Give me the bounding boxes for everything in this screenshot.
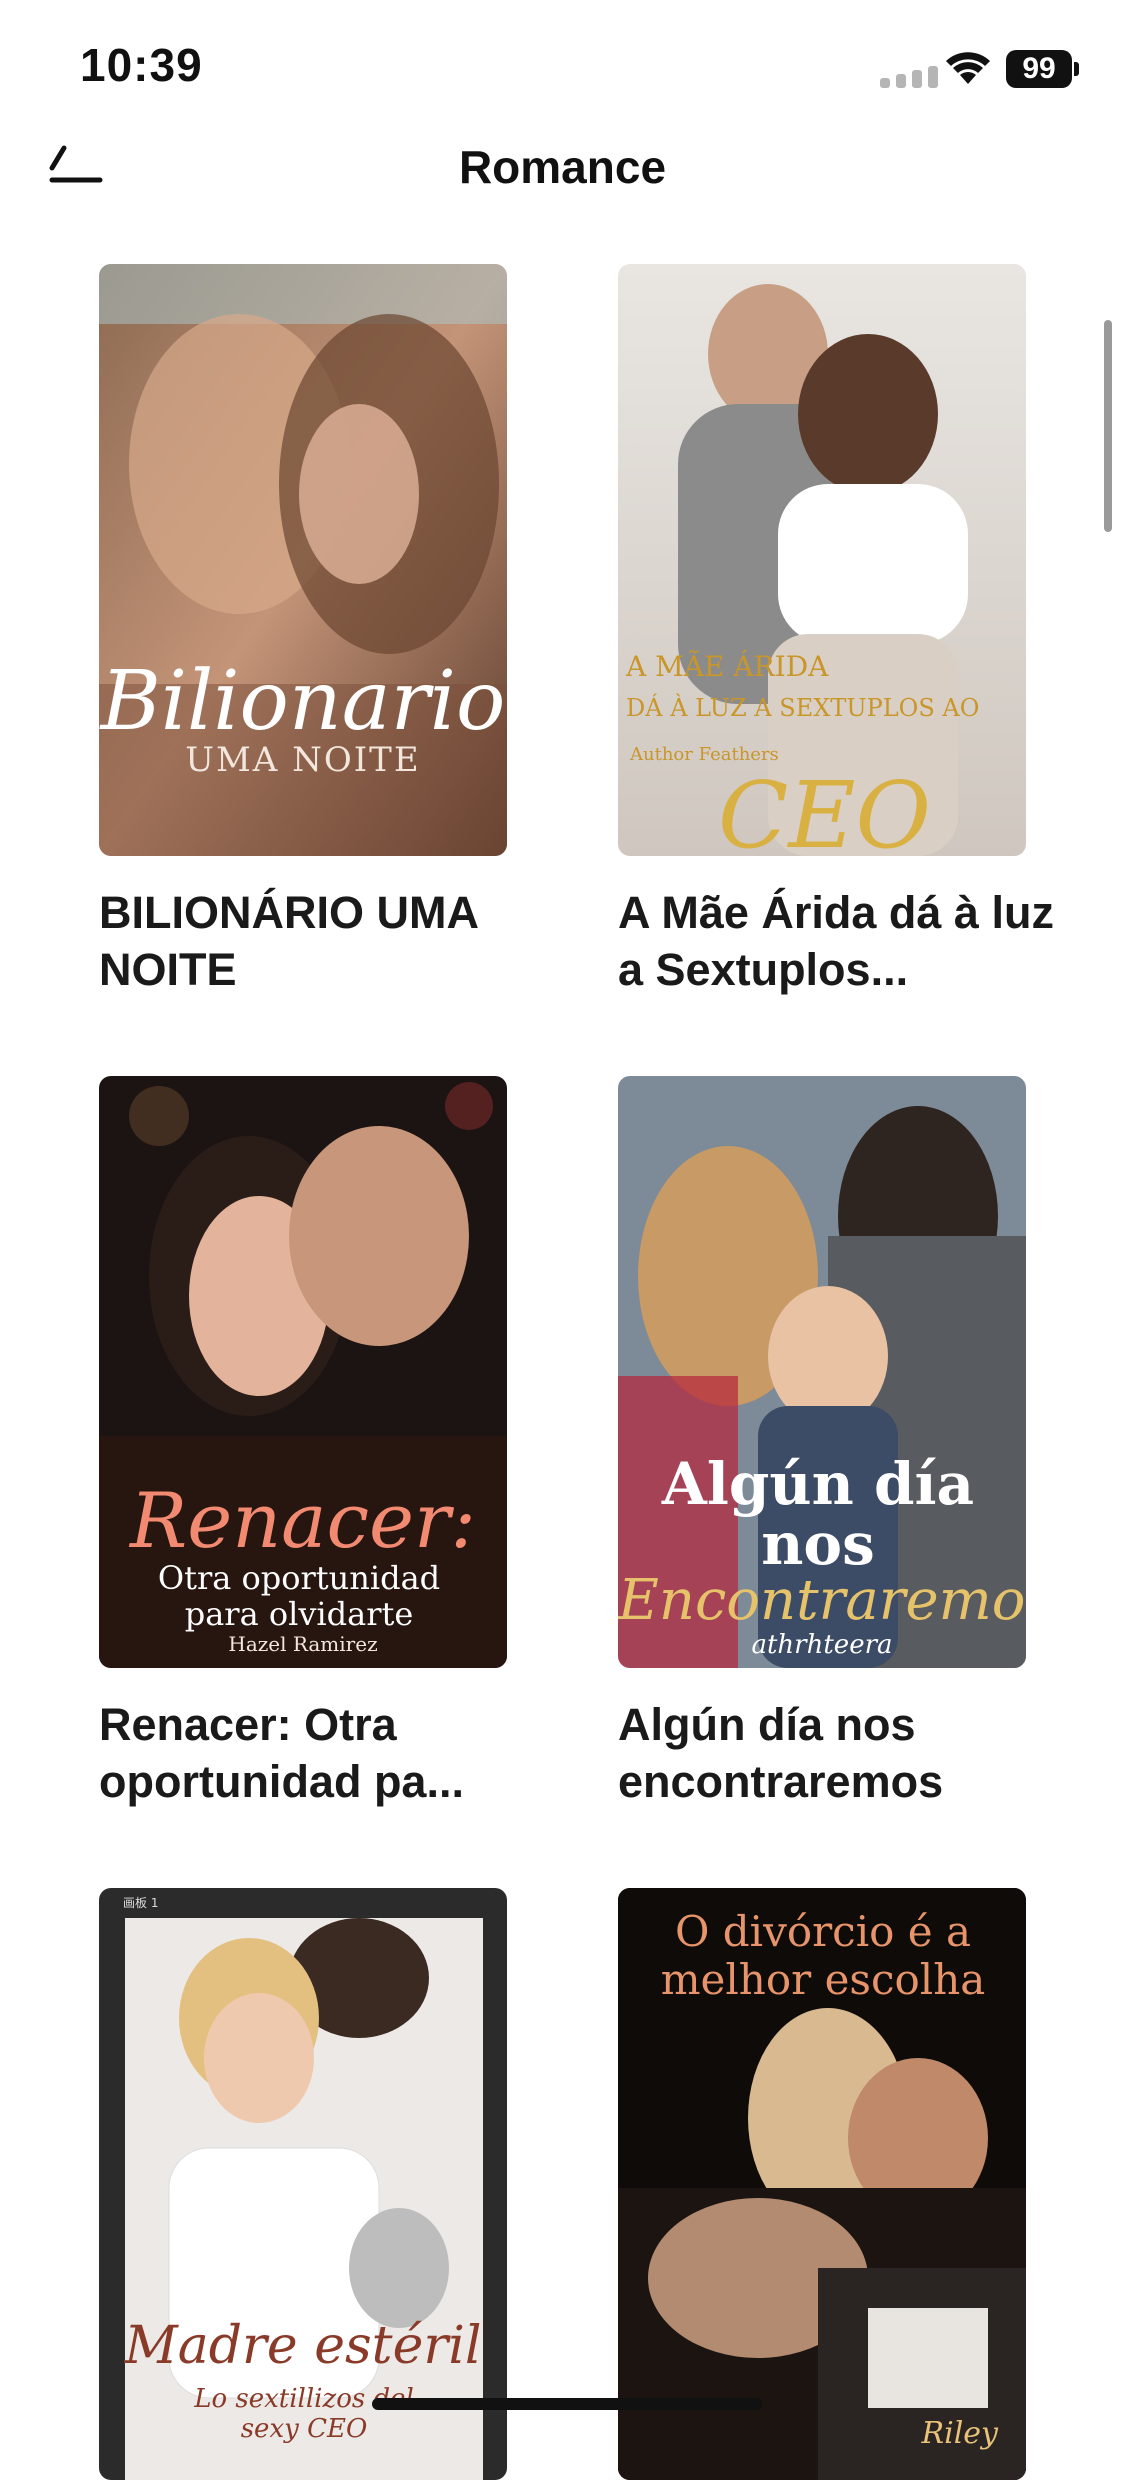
cover-subtitle: UMA NOITE bbox=[185, 740, 421, 780]
cover-title: Renacer: bbox=[130, 1476, 476, 1565]
book-cover[interactable]: Algún día nos Encontraremos athrhteera bbox=[618, 1076, 1026, 1668]
cover-subtitle: Lo sextillizos del sexy CEO bbox=[194, 2384, 414, 2444]
book-cover[interactable]: A MÃE ÁRIDA DÁ À LUZ A SEXTUPLOS AO Auth… bbox=[618, 264, 1026, 856]
cover-title: Madre estéril bbox=[124, 2316, 482, 2376]
cover-author: Riley bbox=[921, 2416, 998, 2451]
cover-author: Hazel Ramirez bbox=[228, 1632, 378, 1656]
scrollbar[interactable] bbox=[1104, 320, 1112, 532]
wifi-icon bbox=[944, 48, 992, 91]
battery-tip bbox=[1074, 62, 1079, 76]
book-cover[interactable]: Bilionario UMA NOITE bbox=[99, 264, 507, 856]
battery-indicator: 99 bbox=[1006, 50, 1072, 88]
book-cover[interactable]: Renacer: Otra oportunidad para olvidarte… bbox=[99, 1076, 507, 1668]
page-title: Romance bbox=[458, 141, 667, 193]
home-indicator[interactable] bbox=[372, 2398, 762, 2410]
cover-subtitle: DÁ À LUZ A SEXTUPLOS AO bbox=[626, 694, 980, 722]
book-title: BILIONÁRIO UMA NOITE bbox=[99, 887, 478, 995]
cover-subtitle: Otra oportunidad para olvidarte bbox=[157, 1559, 441, 1633]
book-cover[interactable]: 画板 1 Madre estéril Lo sextillizos del se… bbox=[99, 1888, 507, 2480]
book-title: A Mãe Árida dá à luz a Sextuplos... bbox=[618, 887, 1054, 995]
cover-title: Bilionario bbox=[100, 654, 506, 749]
cellular-signal-icon bbox=[880, 66, 938, 88]
cover-subtitle: Encontraremos bbox=[618, 1568, 1026, 1633]
cover-title: O divórcio é a melhor escolha bbox=[660, 1907, 986, 2004]
cover-title: A MÃE ÁRIDA bbox=[626, 650, 829, 683]
book-title: Algún día nos encontraremos bbox=[618, 1699, 944, 1807]
book-cover[interactable]: O divórcio é a melhor escolha Riley bbox=[618, 1888, 1026, 2480]
cover-ceo: CEO bbox=[718, 762, 931, 856]
cover-author: athrhteera bbox=[751, 1630, 893, 1660]
cover-title: Algún día nos bbox=[661, 1450, 975, 1578]
book-title: Renacer: Otra oportunidad pa... bbox=[99, 1699, 464, 1807]
status-time: 10:39 bbox=[80, 39, 203, 91]
